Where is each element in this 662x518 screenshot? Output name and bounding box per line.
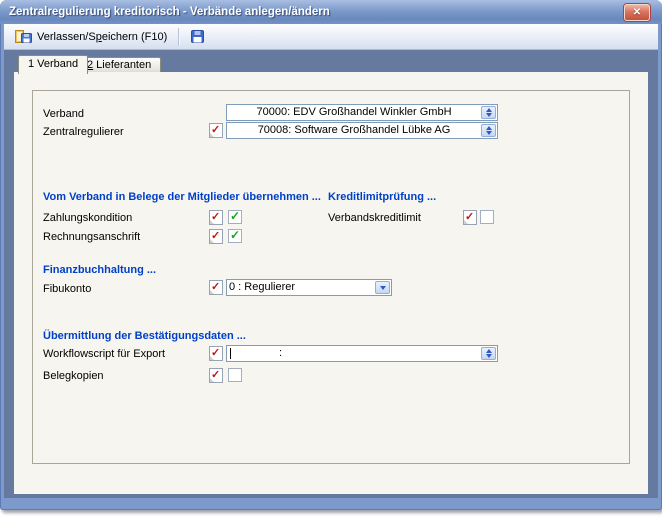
exit-save-label: Verlassen/Speichern (F10) — [37, 31, 167, 43]
zentralregulierer-spinner-icon[interactable] — [481, 124, 496, 137]
zahlungskondition-set-indicator-icon[interactable] — [209, 210, 223, 225]
belegkopien-label: Belegkopien — [43, 370, 104, 382]
zentralregulierer-value: 70008: Software Großhandel Lübke AG — [229, 124, 479, 137]
app-window: Zentralregulierung kreditorisch - Verbän… — [0, 0, 662, 510]
exit-save-icon — [15, 29, 32, 44]
zahlungskondition-checkbox[interactable] — [228, 210, 242, 224]
section-kreditlimitpruefung: Kreditlimitprüfung ... — [328, 191, 436, 203]
workflowscript-input[interactable]: : — [226, 345, 498, 362]
verbandskreditlimit-checkbox[interactable] — [480, 210, 494, 224]
title-bar: Zentralregulierung kreditorisch - Verbän… — [0, 0, 662, 24]
section-finanzbuchhaltung: Finanzbuchhaltung ... — [43, 264, 156, 276]
verband-value: 70000: EDV Großhandel Winkler GmbH — [229, 106, 479, 119]
zentralregulierer-combobox[interactable]: 70008: Software Großhandel Lübke AG — [226, 122, 498, 139]
workflowscript-spinner-icon[interactable] — [481, 347, 496, 360]
zentralregulierer-label: Zentralregulierer — [43, 126, 124, 138]
verband-label: Verband — [43, 108, 84, 120]
fibukonto-value: 0 : Regulierer — [229, 281, 373, 294]
fibukonto-label: Fibukonto — [43, 283, 91, 295]
verbandskreditlimit-label: Verbandskreditlimit — [328, 212, 421, 224]
workflowscript-value: : — [279, 347, 479, 360]
save-button[interactable] — [184, 26, 211, 48]
fibukonto-dropdown-arrow-icon[interactable] — [375, 281, 390, 294]
toolbar-separator — [178, 28, 180, 46]
screen: Zentralregulierung kreditorisch - Verbän… — [0, 0, 662, 518]
tab-verband[interactable]: 1 Verband — [18, 55, 88, 74]
window-title: Zentralregulierung kreditorisch - Verbän… — [9, 0, 330, 24]
zentralregulierer-set-indicator-icon[interactable] — [209, 123, 223, 138]
belegkopien-checkbox[interactable] — [228, 368, 242, 382]
fibukonto-set-indicator-icon[interactable] — [209, 280, 223, 295]
verband-spinner-icon[interactable] — [481, 106, 496, 119]
toolbar: Verlassen/Speichern (F10) — [4, 24, 658, 50]
save-icon — [191, 30, 204, 43]
client-area: 1 Verband 2 Lieferanten Verband 70000: E… — [4, 50, 658, 498]
close-button[interactable]: ✕ — [624, 4, 650, 21]
rechnungsanschrift-checkbox[interactable] — [228, 229, 242, 243]
section-uebernehmen: Vom Verband in Belege der Mitglieder übe… — [43, 191, 321, 203]
close-icon: ✕ — [633, 7, 641, 19]
exit-save-button[interactable]: Verlassen/Speichern (F10) — [8, 26, 174, 48]
workflowscript-label: Workflowscript für Export — [43, 348, 165, 360]
rechnungsanschrift-label: Rechnungsanschrift — [43, 231, 140, 243]
belegkopien-set-indicator-icon[interactable] — [209, 368, 223, 383]
rechnungsanschrift-set-indicator-icon[interactable] — [209, 229, 223, 244]
tab-verband-label: 1 Verband — [28, 58, 78, 70]
text-caret — [230, 348, 231, 359]
form-groupbox: Verband 70000: EDV Großhandel Winkler Gm… — [32, 90, 630, 464]
verbandskreditlimit-set-indicator-icon[interactable] — [463, 210, 477, 225]
zahlungskondition-label: Zahlungskondition — [43, 212, 132, 224]
section-uebermittlung: Übermittlung der Bestätigungsdaten ... — [43, 330, 246, 342]
fibukonto-dropdown[interactable]: 0 : Regulierer — [226, 279, 392, 296]
workflowscript-set-indicator-icon[interactable] — [209, 346, 223, 361]
verband-combobox[interactable]: 70000: EDV Großhandel Winkler GmbH — [226, 104, 498, 121]
tab-page-verband: Verband 70000: EDV Großhandel Winkler Gm… — [14, 72, 648, 494]
tab-lieferanten-label: 2 Lieferanten — [87, 59, 151, 71]
